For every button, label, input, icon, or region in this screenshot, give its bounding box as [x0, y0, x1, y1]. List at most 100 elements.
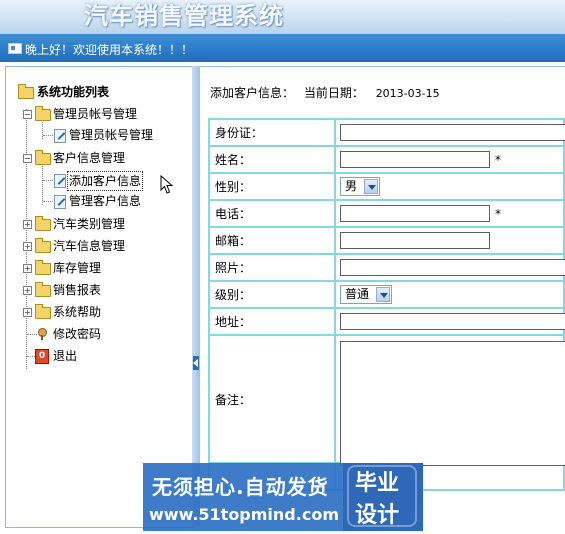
welcome-bar: 晚上好！欢迎使用本系统！！！ — [0, 34, 565, 62]
phone-label: 电话： — [208, 199, 336, 228]
folder-open-icon — [18, 84, 34, 99]
section-label: 添加客户信息： — [210, 86, 295, 100]
email-input[interactable] — [340, 232, 490, 249]
edit-doc-icon — [54, 174, 66, 188]
watermark-line1: 无须担心.自动发货 — [152, 475, 329, 499]
photo-cell — [334, 253, 565, 282]
gender-selected-value: 男 — [345, 179, 358, 193]
sidebar-group-label: 客户信息管理 — [53, 151, 126, 165]
id-card-cell — [334, 118, 565, 147]
required-mark: * — [495, 153, 501, 167]
tree-root[interactable]: 系统功能列表 — [16, 83, 186, 101]
sidebar-group-car-info[interactable]: + 汽车信息管理 — [16, 237, 186, 255]
sidebar-item-admin-account[interactable]: 管理员帐号管理 — [16, 126, 186, 144]
form-row-remark: 备注： — [208, 334, 565, 466]
chevron-down-icon[interactable] — [376, 287, 390, 302]
sidebar-item-label: 退出 — [53, 349, 78, 363]
remark-textarea[interactable] — [340, 341, 565, 466]
gender-label: 性别： — [208, 172, 336, 201]
sidebar-tree: 系统功能列表 − 管理员帐号管理 管理员帐号管理 − 客户信息管理 添加客户信息… — [5, 66, 194, 528]
id-card-label: 身份证： — [208, 118, 336, 147]
customer-form: 身份证： 姓名： * 性别： 男 电话： * 邮箱： 照片： 级别： 普通 地址… — [208, 118, 565, 491]
sidebar-group-admin-account[interactable]: − 管理员帐号管理 — [16, 105, 186, 123]
sidebar-group-label: 系统帮助 — [53, 305, 102, 319]
sidebar-group-sales-report[interactable]: + 销售报表 — [16, 281, 186, 299]
expand-icon[interactable]: + — [23, 308, 32, 317]
tree-guide-line — [27, 334, 37, 335]
collapse-icon[interactable]: − — [23, 110, 32, 119]
sidebar-group-label: 汽车类别管理 — [53, 217, 126, 231]
sidebar-group-label: 汽车信息管理 — [53, 239, 126, 253]
watermark-badge: 毕业 设计 — [343, 463, 423, 531]
chevron-down-icon[interactable] — [364, 179, 378, 194]
header-banner: 汽车销售管理系统 — [0, 0, 565, 34]
id-card-input[interactable] — [340, 124, 565, 141]
address-input[interactable] — [340, 313, 565, 330]
expand-icon[interactable]: + — [23, 286, 32, 295]
phone-cell: * — [334, 199, 565, 228]
folder-icon — [35, 238, 51, 253]
tree-root-label: 系统功能列表 — [37, 85, 110, 99]
email-cell — [334, 226, 565, 255]
form-row-level: 级别： 普通 — [208, 280, 565, 309]
photo-label: 照片： — [208, 253, 336, 282]
sidebar-item-label: 添加客户信息 — [67, 171, 144, 191]
sidebar-group-label: 管理员帐号管理 — [53, 107, 138, 121]
collapse-icon[interactable]: − — [23, 154, 32, 163]
tree-guide-line — [43, 180, 53, 181]
name-cell: * — [334, 145, 565, 174]
folder-icon — [35, 282, 51, 297]
expand-icon[interactable]: + — [23, 264, 32, 273]
sidebar-item-logout[interactable]: 0 退出 — [16, 347, 186, 365]
form-row-phone: 电话： * — [208, 199, 565, 228]
tree-guide-line — [43, 201, 53, 202]
gender-select[interactable]: 男 — [340, 177, 380, 196]
sidebar-group-car-category[interactable]: + 汽车类别管理 — [16, 215, 186, 233]
phone-input[interactable] — [340, 205, 490, 222]
sidebar-group-label: 销售报表 — [53, 283, 102, 297]
form-row-photo: 照片： — [208, 253, 565, 282]
edit-doc-icon — [54, 129, 66, 143]
badge-line2: 设计 — [355, 503, 400, 528]
address-label: 地址： — [208, 307, 336, 336]
sidebar-group-inventory[interactable]: + 库存管理 — [16, 259, 186, 277]
expand-icon[interactable]: + — [23, 242, 32, 251]
expand-icon[interactable]: + — [23, 220, 32, 229]
remark-cell — [334, 334, 565, 466]
photo-input[interactable] — [340, 259, 565, 276]
main-content: 添加客户信息： 当前日期： 2013-03-15 身份证： 姓名： * 性别： … — [200, 66, 565, 526]
form-row-email: 邮箱： — [208, 226, 565, 255]
system-title: 汽车销售管理系统 — [84, 1, 284, 30]
sidebar-group-customer-info[interactable]: − 客户信息管理 — [16, 149, 186, 167]
folder-icon — [35, 304, 51, 319]
current-date: 2013-03-15 — [375, 87, 440, 100]
panel-splitter[interactable] — [192, 66, 200, 526]
tree-guide-line — [43, 135, 53, 136]
folder-icon — [35, 106, 51, 121]
folder-icon — [35, 150, 51, 165]
badge-line1: 毕业 — [355, 471, 400, 496]
watermark-overlay: 无须担心.自动发货 www.51topmind.com 毕业 设计 — [143, 463, 423, 531]
name-label: 姓名： — [208, 145, 336, 174]
edit-doc-icon — [54, 195, 66, 209]
sidebar-item-change-password[interactable]: 修改密码 — [16, 325, 186, 343]
sidebar-item-label: 修改密码 — [53, 327, 102, 341]
folder-icon — [35, 260, 51, 275]
address-cell — [334, 307, 565, 336]
remark-label: 备注： — [208, 334, 336, 464]
form-row-id-card: 身份证： — [208, 118, 565, 147]
level-select[interactable]: 普通 — [340, 285, 392, 304]
level-label: 级别： — [208, 280, 336, 309]
sidebar-group-system-help[interactable]: + 系统帮助 — [16, 303, 186, 321]
level-cell: 普通 — [334, 280, 565, 309]
sidebar-item-label: 管理员帐号管理 — [69, 128, 154, 142]
form-row-gender: 性别： 男 — [208, 172, 565, 201]
watermark-line2: www.51topmind.com — [149, 505, 339, 524]
name-input[interactable] — [340, 151, 490, 168]
sidebar-item-label: 管理客户信息 — [69, 194, 142, 208]
exit-icon: 0 — [35, 349, 49, 364]
email-label: 邮箱： — [208, 226, 336, 255]
collapse-sidebar-arrow-icon[interactable] — [193, 356, 199, 370]
gender-cell: 男 — [334, 172, 565, 201]
key-icon — [37, 328, 47, 340]
